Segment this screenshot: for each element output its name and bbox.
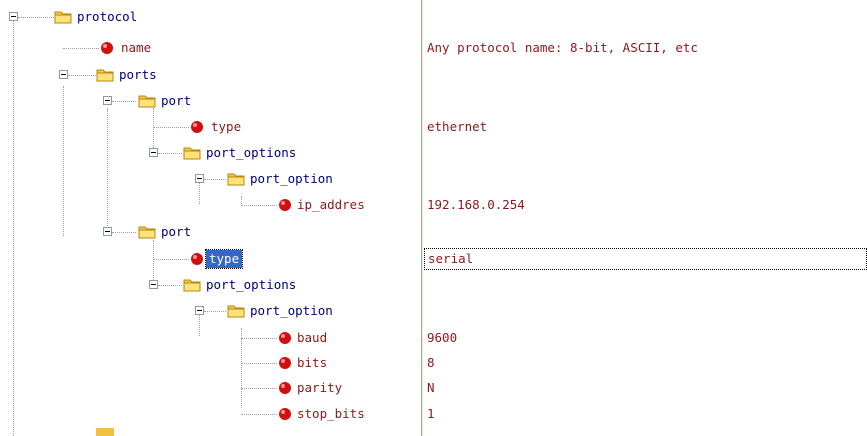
collapse-icon[interactable] bbox=[103, 227, 112, 236]
collapse-icon[interactable] bbox=[149, 148, 158, 157]
folder-icon bbox=[138, 226, 156, 239]
tree-line bbox=[241, 363, 277, 364]
value-cell[interactable]: 9600 bbox=[424, 327, 867, 349]
value-cell[interactable]: ethernet bbox=[424, 116, 867, 138]
attr-label[interactable]: ip_addres bbox=[294, 196, 368, 214]
tree-row-port-options[interactable]: port_options bbox=[0, 142, 421, 164]
value-text[interactable]: Any protocol name: 8-bit, ASCII, etc bbox=[424, 40, 698, 55]
value-text[interactable]: ethernet bbox=[424, 119, 487, 134]
attribute-bullet-icon bbox=[279, 408, 291, 420]
tree-row-ip-addres[interactable]: ip_addres bbox=[0, 194, 421, 216]
collapse-icon[interactable] bbox=[149, 280, 158, 289]
attr-label[interactable]: stop_bits bbox=[294, 405, 368, 423]
attribute-bullet-icon bbox=[279, 382, 291, 394]
tree-row-stop-bits[interactable]: stop_bits bbox=[0, 403, 421, 425]
attr-label[interactable]: baud bbox=[294, 329, 330, 347]
node-label[interactable]: port bbox=[158, 92, 194, 110]
folder-icon bbox=[96, 428, 114, 436]
attr-label[interactable]: parity bbox=[294, 379, 345, 397]
tree-line bbox=[241, 205, 277, 206]
folder-icon bbox=[183, 147, 201, 160]
tree-row-baud[interactable]: baud bbox=[0, 327, 421, 349]
tree-row-parity[interactable]: parity bbox=[0, 377, 421, 399]
collapse-icon[interactable] bbox=[103, 96, 112, 105]
folder-icon bbox=[227, 305, 245, 318]
tree-row-port[interactable]: port bbox=[0, 90, 421, 112]
collapse-icon[interactable] bbox=[195, 174, 204, 183]
value-text[interactable]: 9600 bbox=[424, 330, 457, 345]
tree-line bbox=[63, 48, 99, 49]
tree-line bbox=[158, 153, 182, 154]
attribute-bullet-icon bbox=[279, 357, 291, 369]
tree-line bbox=[68, 75, 96, 76]
value-text[interactable]: 1 bbox=[424, 406, 435, 421]
value-cell[interactable]: 192.168.0.254 bbox=[424, 194, 867, 216]
tree-row-port-option[interactable]: port_option bbox=[0, 168, 421, 190]
value-text[interactable]: 8 bbox=[424, 355, 435, 370]
attribute-bullet-icon bbox=[191, 253, 203, 265]
value-cell[interactable]: N bbox=[424, 377, 867, 399]
attr-label[interactable]: name bbox=[118, 39, 154, 57]
attribute-bullet-icon bbox=[279, 199, 291, 211]
tree-row-protocol[interactable]: protocol bbox=[0, 6, 421, 28]
attribute-bullet-icon bbox=[191, 121, 203, 133]
attr-label[interactable]: type bbox=[208, 118, 244, 136]
collapse-icon[interactable] bbox=[195, 306, 204, 315]
tree-pane[interactable]: protocol name ports port type port_optio… bbox=[0, 0, 421, 436]
attr-label-selected[interactable]: type bbox=[204, 249, 244, 269]
tree-line bbox=[158, 285, 182, 286]
value-cell[interactable]: Any protocol name: 8-bit, ASCII, etc bbox=[424, 37, 867, 59]
node-label[interactable]: port bbox=[158, 223, 194, 241]
tree-row-port[interactable]: port bbox=[0, 221, 421, 243]
collapse-icon[interactable] bbox=[59, 70, 68, 79]
value-cell-selected[interactable]: serial bbox=[424, 248, 867, 270]
node-label[interactable]: port_options bbox=[203, 276, 299, 294]
collapse-icon[interactable] bbox=[9, 12, 18, 21]
tree-row-port-option[interactable]: port_option bbox=[0, 300, 421, 322]
node-label[interactable]: protocol bbox=[74, 8, 140, 26]
tree-row-port-options[interactable]: port_options bbox=[0, 274, 421, 296]
attr-label[interactable]: bits bbox=[294, 354, 330, 372]
folder-icon bbox=[227, 173, 245, 186]
tree-line bbox=[204, 311, 226, 312]
tree-line bbox=[112, 232, 136, 233]
node-label[interactable]: port_options bbox=[203, 144, 299, 162]
value-text[interactable]: 192.168.0.254 bbox=[424, 197, 525, 212]
value-text[interactable]: N bbox=[424, 380, 435, 395]
folder-icon bbox=[96, 69, 114, 82]
tree-row-bits[interactable]: bits bbox=[0, 352, 421, 374]
attribute-bullet-icon bbox=[101, 42, 113, 54]
node-label[interactable]: port_option bbox=[247, 302, 336, 320]
tree-line bbox=[18, 17, 54, 18]
tree-line bbox=[153, 127, 189, 128]
tree-line bbox=[241, 388, 277, 389]
tree-line bbox=[204, 179, 226, 180]
value-text[interactable]: serial bbox=[424, 248, 867, 270]
tree-line bbox=[112, 101, 136, 102]
folder-icon bbox=[138, 95, 156, 108]
node-label[interactable]: port_option bbox=[247, 170, 336, 188]
tree-row-type[interactable]: type bbox=[0, 116, 421, 138]
node-label[interactable]: ports bbox=[116, 66, 160, 84]
tree-line bbox=[241, 338, 277, 339]
folder-icon bbox=[183, 279, 201, 292]
attribute-bullet-icon bbox=[279, 332, 291, 344]
tree-line bbox=[153, 259, 189, 260]
folder-icon bbox=[54, 11, 72, 24]
tree-line bbox=[241, 414, 277, 415]
value-cell[interactable]: 8 bbox=[424, 352, 867, 374]
xml-tree-editor: protocol name ports port type port_optio… bbox=[0, 0, 867, 436]
tree-row-name[interactable]: name bbox=[0, 37, 421, 59]
tree-row-ports[interactable]: ports bbox=[0, 64, 421, 86]
value-cell[interactable]: 1 bbox=[424, 403, 867, 425]
value-pane[interactable]: Any protocol name: 8-bit, ASCII, etc eth… bbox=[424, 0, 867, 436]
tree-row-type-selected[interactable]: type bbox=[0, 248, 421, 270]
